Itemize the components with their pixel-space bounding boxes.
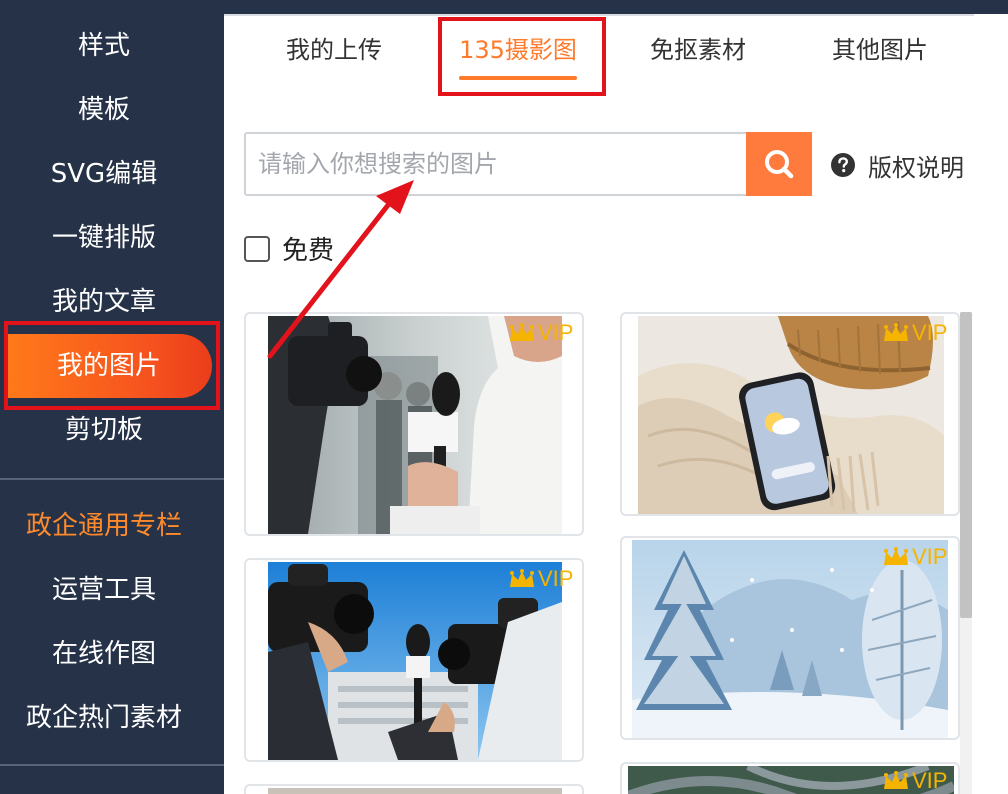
sidebar-item-clipboard[interactable]: 剪切板 xyxy=(0,410,208,450)
sidebar-item-my-images[interactable]: 我的图片 xyxy=(6,334,212,398)
sidebar-divider-bottom xyxy=(0,764,224,766)
copyright-link[interactable]: 版权说明 xyxy=(830,148,964,182)
press-interview-photo xyxy=(268,316,562,534)
vip-badge: VIP xyxy=(508,320,573,346)
image-card[interactable]: VIP xyxy=(244,312,584,536)
top-strip xyxy=(224,0,1008,14)
vip-badge: VIP xyxy=(882,768,947,794)
free-filter-label: 免费 xyxy=(282,236,335,266)
image-card[interactable]: VIP xyxy=(244,558,584,762)
sidebar: 样式 模板 SVG编辑 一键排版 我的文章 我的图片 剪切板 政企通用专栏 运营… xyxy=(0,0,224,794)
question-circle-icon xyxy=(831,153,855,177)
image-card[interactable]: VIP xyxy=(620,312,960,516)
search-icon xyxy=(765,150,794,179)
crown-icon xyxy=(884,547,908,565)
tab-135-photos[interactable]: 135摄影图 xyxy=(444,30,592,70)
scrollbar[interactable] xyxy=(960,312,972,794)
image-card[interactable]: VIP xyxy=(620,536,960,740)
vip-badge: VIP xyxy=(882,320,947,346)
sidebar-item-one-click-layout[interactable]: 一键排版 xyxy=(0,218,208,258)
sidebar-item-hot-materials[interactable]: 政企热门素材 xyxy=(0,698,208,738)
vip-badge: VIP xyxy=(882,544,947,570)
search-button[interactable] xyxy=(746,132,812,196)
sidebar-item-svg-edit[interactable]: SVG编辑 xyxy=(0,154,208,194)
free-checkbox[interactable] xyxy=(244,235,270,262)
top-divider xyxy=(224,14,974,16)
search-input[interactable] xyxy=(246,134,746,194)
crown-icon xyxy=(510,323,534,341)
free-filter[interactable]: 免费 xyxy=(244,230,334,267)
crown-icon xyxy=(884,323,908,341)
sidebar-item-template[interactable]: 模板 xyxy=(0,90,208,130)
sidebar-item-style[interactable]: 样式 xyxy=(0,26,208,66)
tab-my-uploads[interactable]: 我的上传 xyxy=(264,30,404,70)
scrollbar-thumb[interactable] xyxy=(960,312,972,618)
copyright-label: 版权说明 xyxy=(868,153,964,182)
crown-icon xyxy=(510,569,534,587)
sidebar-item-online-drawing[interactable]: 在线作图 xyxy=(0,634,208,674)
tab-cutout-materials[interactable]: 免抠素材 xyxy=(628,30,768,70)
main-panel: 我的上传 135摄影图 免抠素材 其他图片 版权说明 免费 xyxy=(224,0,1008,794)
image-card[interactable] xyxy=(244,784,584,794)
crown-icon xyxy=(884,771,908,789)
image-partial xyxy=(268,788,562,794)
image-card[interactable]: VIP xyxy=(620,762,960,794)
sidebar-divider xyxy=(0,478,224,480)
active-tab-underline xyxy=(459,76,577,80)
search-box xyxy=(244,132,746,196)
sidebar-item-my-articles[interactable]: 我的文章 xyxy=(0,282,208,322)
sidebar-section-gov-enterprise[interactable]: 政企通用专栏 xyxy=(0,506,208,546)
sidebar-item-ops-tools[interactable]: 运营工具 xyxy=(0,570,208,610)
vip-badge: VIP xyxy=(508,566,573,592)
tab-other-images[interactable]: 其他图片 xyxy=(810,30,950,70)
